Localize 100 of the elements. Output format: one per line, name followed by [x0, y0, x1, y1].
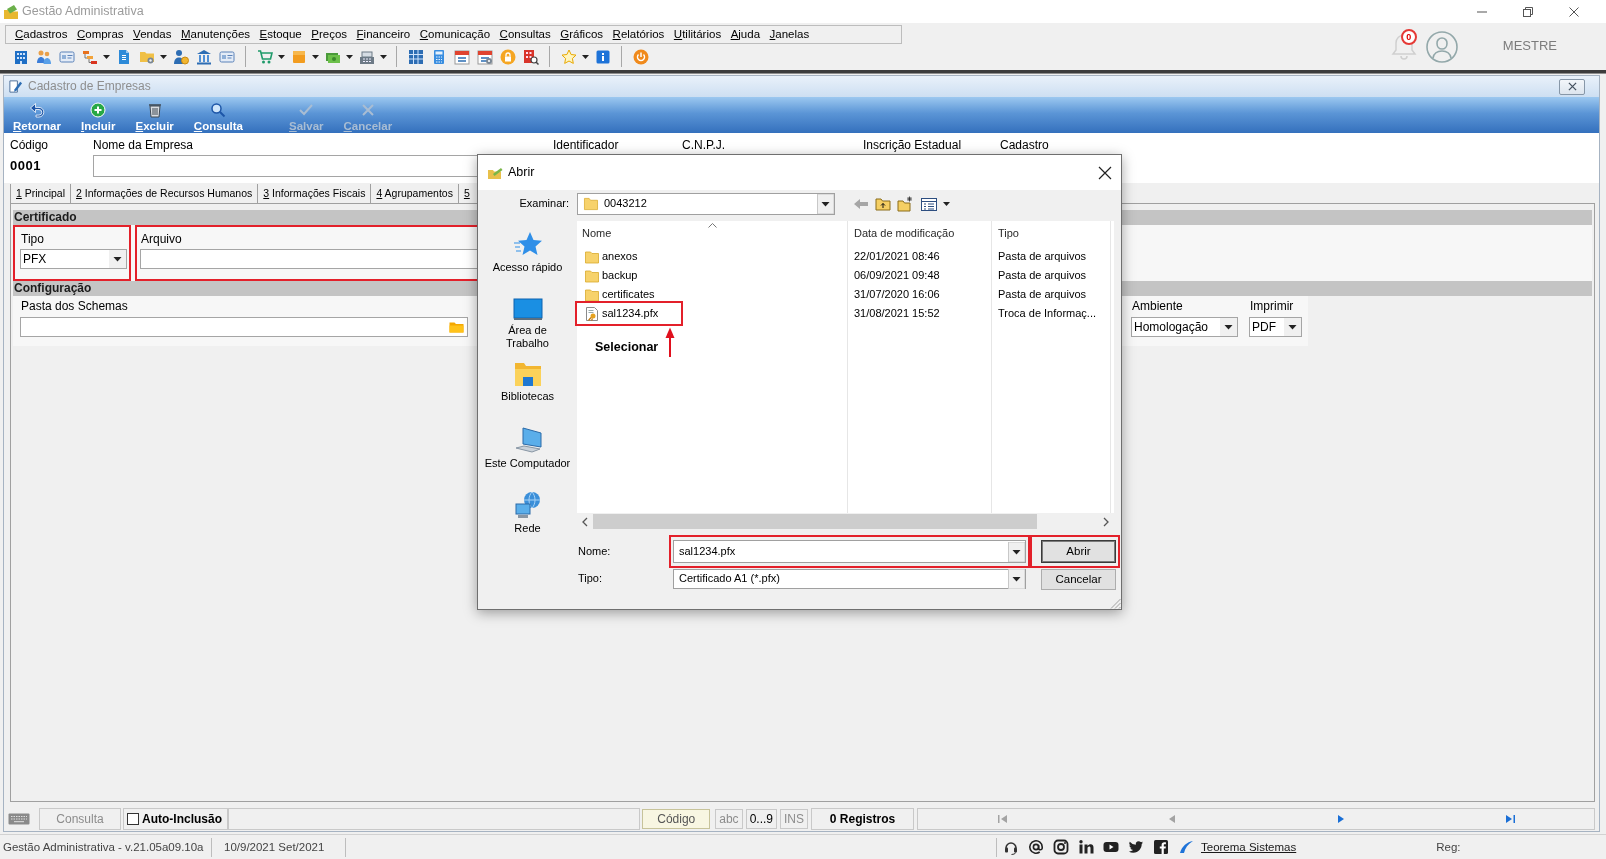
dropdown[interactable]: Homologação: [1131, 317, 1238, 337]
menu-item[interactable]: Relatórios: [612, 27, 665, 42]
file-name-field[interactable]: sal1234.pfx: [673, 540, 1026, 563]
facebook-icon[interactable]: [1153, 839, 1169, 855]
power-icon[interactable]: [632, 48, 649, 65]
dialog-button[interactable]: Cancelar: [1041, 568, 1116, 590]
menu-item[interactable]: Janelas: [769, 27, 810, 42]
restore-icon[interactable]: [1523, 6, 1533, 17]
caret-icon[interactable]: [312, 54, 319, 59]
id-card-icon[interactable]: [58, 48, 75, 65]
file-type-dropdown[interactable]: Certificado A1 (*.pfx): [673, 569, 1026, 589]
version-text: Gestão Administrativa - v.21.05a09.10a: [2, 839, 205, 855]
spreadsheet-icon[interactable]: [407, 48, 424, 65]
star-icon[interactable]: [560, 48, 577, 65]
bank-icon[interactable]: [195, 48, 212, 65]
caret-icon[interactable]: [943, 202, 950, 206]
file-name[interactable]: anexos: [602, 249, 638, 264]
close-button[interactable]: [1559, 78, 1585, 95]
info-icon[interactable]: [594, 48, 611, 65]
menu-item[interactable]: Compras: [76, 27, 124, 42]
calendar-gear-icon[interactable]: [476, 48, 493, 65]
dropdown-arrow-icon[interactable]: [1008, 541, 1025, 562]
dropdown[interactable]: PDF: [1249, 317, 1302, 337]
file-name[interactable]: backup: [602, 268, 638, 283]
checkbox[interactable]: [127, 813, 139, 825]
input-field[interactable]: [140, 249, 479, 269]
place-label[interactable]: Este Computador: [484, 457, 571, 470]
chevron-left-icon[interactable]: [582, 516, 588, 527]
menu-item[interactable]: Manutenções: [181, 27, 251, 42]
person-coin-icon[interactable]: [172, 48, 189, 65]
dialog-button[interactable]: Abrir: [1041, 540, 1116, 563]
menu-item[interactable]: Vendas: [133, 27, 172, 42]
cart-icon[interactable]: [256, 48, 273, 65]
certificate-file-icon[interactable]: [585, 306, 599, 321]
field-label: Arquivo: [140, 232, 183, 246]
swoosh-logo-icon[interactable]: [1178, 839, 1194, 855]
headset-icon[interactable]: [1003, 839, 1019, 855]
building-search-icon[interactable]: [522, 48, 539, 65]
menu-item[interactable]: Gráficos: [560, 27, 604, 42]
place-label[interactable]: Acesso rápido: [492, 261, 563, 274]
org-chart-icon[interactable]: [81, 48, 98, 65]
place-label[interactable]: Bibliotecas: [500, 390, 555, 403]
people-icon[interactable]: [35, 48, 52, 65]
dropdown-arrow-icon[interactable]: [817, 194, 834, 214]
menu-item[interactable]: Preços: [311, 27, 348, 42]
checkbox-label[interactable]: Auto-Inclusão: [142, 811, 222, 827]
scrollbar-thumb[interactable]: [593, 514, 1037, 529]
resize-grip-icon[interactable]: [1110, 598, 1121, 609]
input-field[interactable]: [20, 317, 468, 337]
twitter-icon[interactable]: [1128, 839, 1144, 855]
place-label[interactable]: Rede: [514, 522, 541, 535]
linkedin-icon[interactable]: [1078, 839, 1094, 855]
field-label: Ambiente: [1131, 299, 1184, 313]
close-icon[interactable]: [1098, 165, 1112, 180]
avatar-icon[interactable]: [1425, 30, 1458, 63]
menu-item[interactable]: Ajuda: [730, 27, 761, 42]
caret-icon[interactable]: [582, 54, 589, 59]
instagram-icon[interactable]: [1053, 839, 1069, 855]
menu-item[interactable]: Consultas: [499, 27, 551, 42]
caret-icon[interactable]: [103, 54, 110, 59]
code-button[interactable]: Código: [642, 809, 711, 829]
toolbar-button[interactable]: Retornar: [9, 97, 65, 133]
place-label[interactable]: Área de Trabalho: [497, 324, 558, 350]
caret-icon[interactable]: [160, 54, 167, 59]
caret-icon[interactable]: [278, 54, 285, 59]
toolbar-button[interactable]: Consulta: [189, 97, 247, 133]
folder-icon[interactable]: [512, 362, 543, 387]
dropdown[interactable]: PFX: [20, 249, 127, 269]
id-card-icon[interactable]: [218, 48, 235, 65]
folder-icon[interactable]: [585, 287, 599, 302]
at-sign-icon[interactable]: [1028, 839, 1044, 855]
file-name[interactable]: sal1234.pfx: [602, 306, 659, 321]
caret-icon[interactable]: [346, 54, 353, 59]
cash-register-icon[interactable]: [358, 48, 375, 65]
menu-item[interactable]: Estoque: [259, 27, 302, 42]
toolbar-button[interactable]: Incluir: [76, 97, 120, 133]
caret-icon[interactable]: [380, 54, 387, 59]
keyboard-icon[interactable]: [8, 813, 30, 825]
new-folder-icon[interactable]: [897, 196, 913, 212]
skip-to-end-icon[interactable]: [1503, 814, 1516, 824]
file-date: 22/01/2021 08:46: [853, 250, 941, 264]
monitor-icon[interactable]: [512, 298, 543, 321]
building-icon[interactable]: [12, 48, 29, 65]
globe-computer-icon[interactable]: [512, 490, 543, 519]
website-link[interactable]: Teorema Sistemas: [1201, 839, 1297, 855]
toolbar-button[interactable]: Excluir: [131, 97, 178, 133]
menu-item[interactable]: Financeiro: [356, 27, 411, 42]
menu-item[interactable]: Utilitários: [673, 27, 722, 42]
youtube-icon[interactable]: [1103, 839, 1119, 855]
input-field[interactable]: [93, 155, 479, 177]
chevron-right-icon[interactable]: [1103, 516, 1109, 527]
folder-dropdown[interactable]: 0043212: [577, 193, 835, 215]
dropdown-arrow-icon[interactable]: [1008, 569, 1025, 589]
folder-up-icon[interactable]: [875, 196, 891, 212]
menu-item[interactable]: Cadastros: [15, 27, 68, 42]
view-menu-icon[interactable]: [921, 196, 937, 212]
calendar-icon[interactable]: [453, 48, 470, 65]
status-indicator: abc: [715, 809, 743, 829]
menu-item[interactable]: Comunicação: [419, 27, 491, 42]
close-icon[interactable]: [1569, 6, 1579, 17]
